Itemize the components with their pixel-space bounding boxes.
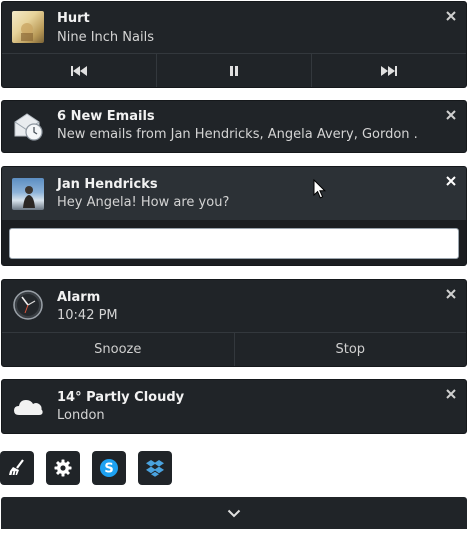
alarm-notification: Alarm 10:42 PM Snooze Stop xyxy=(1,279,467,367)
track-artist: Nine Inch Nails xyxy=(57,30,154,45)
settings-launcher[interactable] xyxy=(46,451,80,485)
dropbox-launcher[interactable] xyxy=(138,451,172,485)
pause-icon xyxy=(230,65,238,76)
next-button[interactable] xyxy=(312,54,466,87)
cleanup-launcher[interactable] xyxy=(0,451,34,485)
chat-sender: Jan Hendricks xyxy=(57,177,158,192)
weather-notification[interactable]: 14° Partly Cloudy London xyxy=(1,379,467,434)
skype-icon: S xyxy=(100,459,118,477)
expand-button[interactable] xyxy=(1,497,467,529)
track-title: Hurt xyxy=(57,11,90,26)
gear-icon xyxy=(54,459,72,477)
album-art xyxy=(12,11,44,43)
chat-message: Hey Angela! How are you? xyxy=(57,195,230,210)
clock-icon xyxy=(12,289,44,321)
close-icon[interactable] xyxy=(445,10,457,22)
close-icon[interactable] xyxy=(445,175,457,187)
broom-icon xyxy=(9,459,24,476)
reply-input[interactable] xyxy=(9,228,459,259)
svg-text:S: S xyxy=(104,462,113,477)
mail-app-icon xyxy=(12,110,44,142)
cloud-icon xyxy=(12,391,44,423)
dropbox-icon xyxy=(146,460,164,477)
close-icon[interactable] xyxy=(445,109,457,121)
weather-title: 14° Partly Cloudy xyxy=(57,390,185,405)
alarm-actions: Snooze Stop xyxy=(2,332,466,366)
weather-location: London xyxy=(57,408,105,423)
sender-avatar xyxy=(12,178,44,210)
previous-icon xyxy=(71,65,87,76)
email-title: 6 New Emails xyxy=(57,109,155,124)
email-notification[interactable]: 6 New Emails New emails from Jan Hendric… xyxy=(1,100,467,153)
chat-notification[interactable]: Jan Hendricks Hey Angela! How are you? xyxy=(1,166,467,266)
reply-area xyxy=(2,220,466,265)
stop-button[interactable]: Stop xyxy=(235,333,467,366)
alarm-title: Alarm xyxy=(57,290,101,305)
alarm-time: 10:42 PM xyxy=(57,308,118,323)
email-body: New emails from Jan Hendricks, Angela Av… xyxy=(57,127,417,142)
next-icon xyxy=(381,65,397,76)
pause-button[interactable] xyxy=(157,54,312,87)
skype-launcher[interactable]: S xyxy=(92,451,126,485)
media-notification: Hurt Nine Inch Nails xyxy=(1,1,467,88)
media-controls xyxy=(2,53,466,87)
previous-button[interactable] xyxy=(2,54,157,87)
close-icon[interactable] xyxy=(445,288,457,300)
snooze-button[interactable]: Snooze xyxy=(2,333,235,366)
close-icon[interactable] xyxy=(445,388,457,400)
chevron-down-icon xyxy=(227,509,241,517)
mouse-pointer-icon xyxy=(313,178,327,203)
